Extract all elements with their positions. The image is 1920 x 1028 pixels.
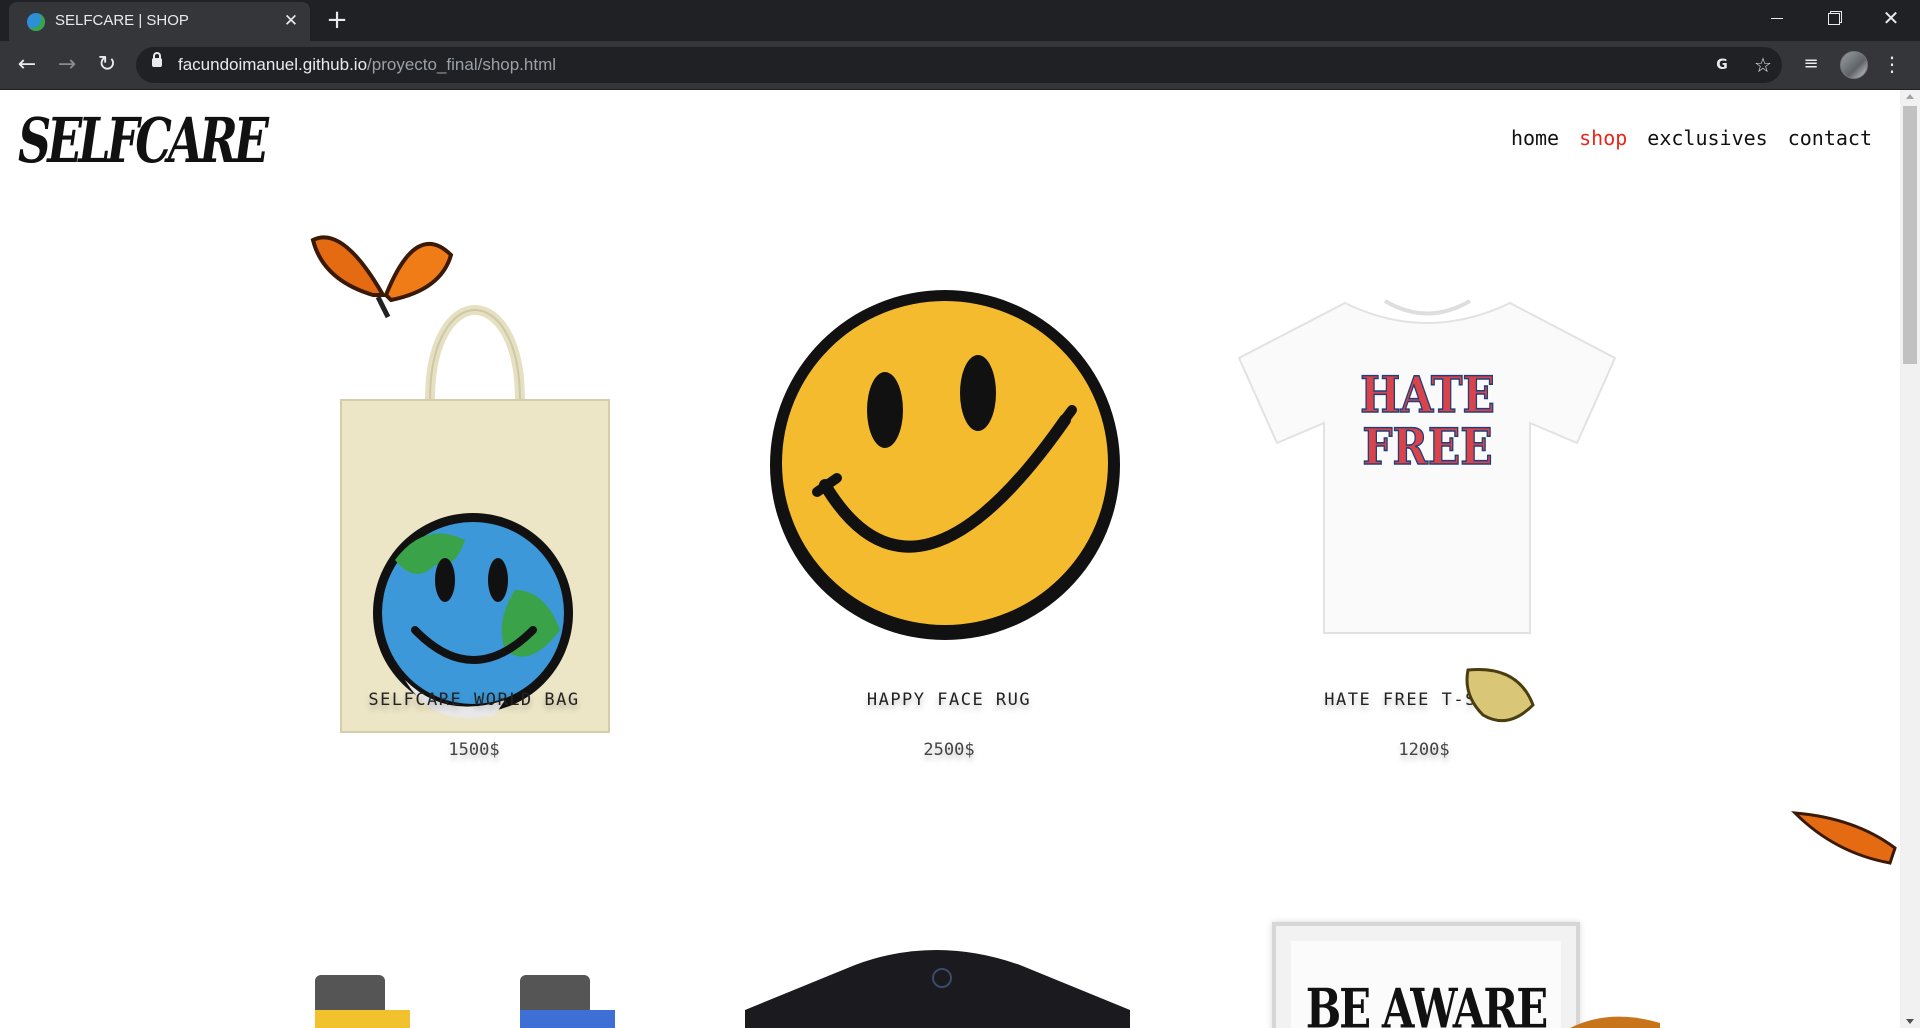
more-menu-icon[interactable]: ⋮ — [1880, 49, 1904, 79]
product-price: 1500$ — [448, 740, 500, 760]
product-image-world-bag[interactable] — [335, 260, 615, 760]
translate-icon[interactable]: G — [1707, 50, 1737, 80]
scroll-up-arrow-icon[interactable] — [1906, 94, 1914, 99]
tab-strip: SELFCARE | SHOP ✕ + ✕ — [0, 0, 1920, 41]
tshirt-print-line-1: HATE — [1359, 364, 1495, 425]
page-scrollbar[interactable] — [1900, 90, 1920, 1028]
nav-shop[interactable]: shop — [1579, 126, 1627, 150]
butterfly-icon-bottom — [1570, 1016, 1660, 1028]
browser-tab[interactable]: SELFCARE | SHOP ✕ — [9, 2, 310, 41]
site-logo[interactable]: SELFCARE — [18, 104, 269, 177]
address-bar[interactable]: facundoimanuel.github.io/proyecto_final/… — [136, 47, 1782, 83]
product-price: 1200$ — [1398, 740, 1450, 760]
profile-avatar[interactable] — [1840, 51, 1868, 79]
butterfly-icon — [310, 235, 454, 319]
moth-icon — [1465, 667, 1535, 723]
site-nav: home shop exclusives contact — [1511, 126, 1872, 150]
back-arrow-icon[interactable]: ← — [11, 49, 43, 81]
tab-title: SELFCARE | SHOP — [55, 12, 189, 29]
favicon-icon — [27, 13, 45, 31]
page-viewport: SELFCARE home shop exclusives contact HA… — [0, 90, 1900, 1028]
browser-toolbar: ← → ↻ facundoimanuel.github.io/proyecto_… — [0, 41, 1920, 90]
nav-exclusives[interactable]: exclusives — [1647, 126, 1767, 150]
scroll-thumb[interactable] — [1903, 106, 1917, 364]
new-tab-button[interactable]: + — [323, 6, 351, 34]
product-image-hate-free-tshirt[interactable]: HATE FREE — [1235, 295, 1620, 635]
restore-button[interactable] — [1806, 0, 1862, 36]
close-window-button[interactable]: ✕ — [1863, 0, 1919, 36]
reload-icon[interactable]: ↻ — [91, 49, 123, 81]
product-image-happy-face-rug[interactable] — [765, 285, 1125, 645]
product-image-framed-poster[interactable]: BE AWARE — [1272, 922, 1580, 1028]
product-name[interactable]: HATE FREE T-SHIRT — [1214, 690, 1634, 710]
bookmark-star-icon[interactable]: ☆ — [1748, 50, 1778, 80]
scroll-down-arrow-icon[interactable] — [1906, 1019, 1914, 1024]
lock-icon[interactable] — [152, 52, 162, 67]
nav-home[interactable]: home — [1511, 126, 1559, 150]
url-text[interactable]: facundoimanuel.github.io/proyecto_final/… — [178, 55, 556, 75]
nav-contact[interactable]: contact — [1788, 126, 1872, 150]
forward-arrow-icon[interactable]: → — [51, 49, 83, 81]
close-tab-icon[interactable]: ✕ — [279, 9, 303, 33]
product-image-lighters[interactable] — [310, 965, 620, 1028]
product-name[interactable]: SELFCARE WORLD BAG — [264, 690, 684, 710]
product-name[interactable]: HAPPY FACE RUG — [739, 690, 1159, 710]
product-image-black-tshirt[interactable] — [745, 945, 1135, 1028]
media-control-icon[interactable]: ≡ — [1796, 49, 1826, 79]
minimize-button[interactable] — [1749, 0, 1805, 36]
butterfly-icon-right — [1791, 811, 1897, 865]
poster-text: BE AWARE — [1305, 976, 1549, 1028]
tshirt-print-line-2: FREE — [1362, 416, 1494, 477]
product-price: 2500$ — [923, 740, 975, 760]
